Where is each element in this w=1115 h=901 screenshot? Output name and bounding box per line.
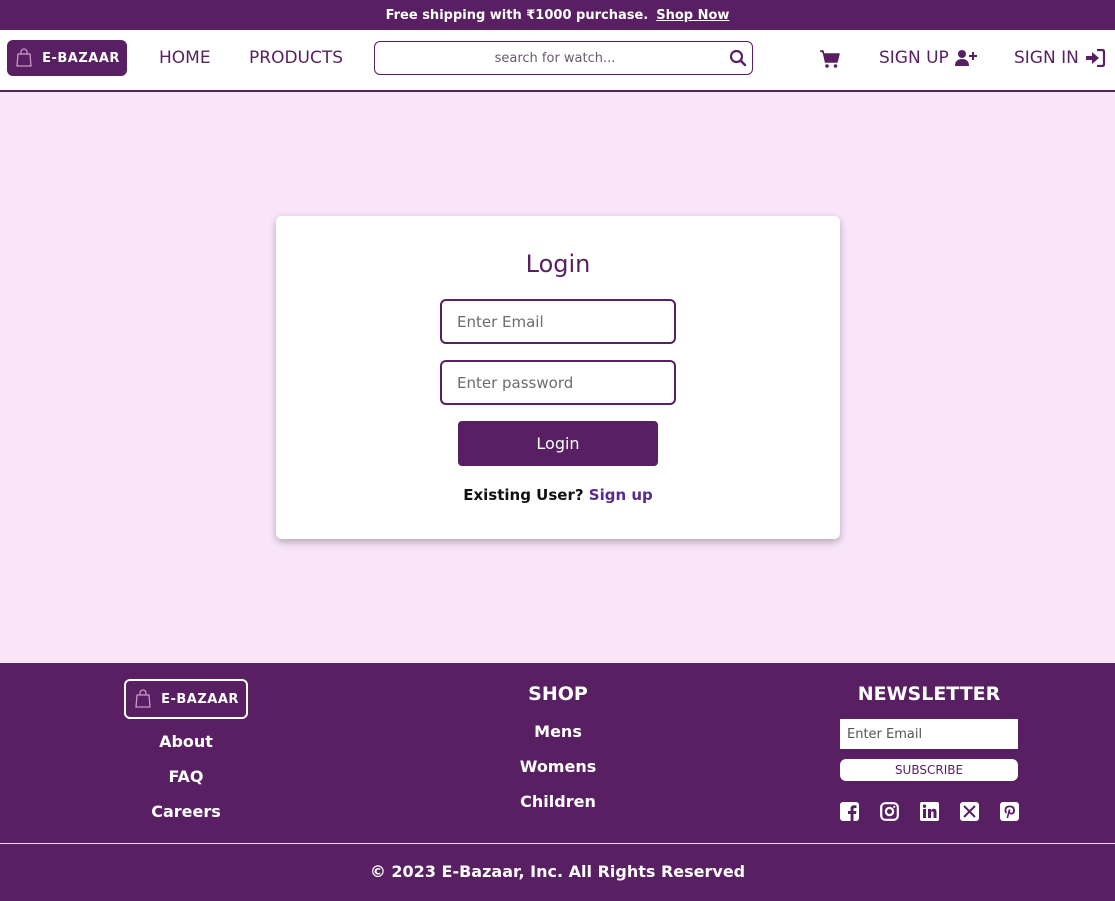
shopping-bag-icon xyxy=(135,689,151,708)
facebook-icon[interactable] xyxy=(840,802,859,821)
footer-link-children[interactable]: Children xyxy=(478,792,638,811)
footer-link-womens[interactable]: Womens xyxy=(478,757,638,776)
user-plus-icon xyxy=(954,50,977,66)
shopping-bag-icon xyxy=(16,48,32,67)
newsletter-email-field[interactable] xyxy=(840,719,1018,749)
copyright-text: © 2023 E-Bazaar, Inc. All Rights Reserve… xyxy=(369,862,746,881)
subscribe-button[interactable]: SUBSCRIBE xyxy=(840,759,1018,781)
footer-link-faq[interactable]: FAQ xyxy=(124,767,248,786)
search-input[interactable] xyxy=(375,43,715,73)
shop-now-link[interactable]: Shop Now xyxy=(656,8,729,23)
password-field[interactable] xyxy=(440,360,676,405)
search-icon[interactable] xyxy=(728,48,748,68)
nav-signup-link[interactable]: SIGN UP xyxy=(879,48,977,68)
linkedin-icon[interactable] xyxy=(920,802,939,821)
cart-icon[interactable] xyxy=(819,49,841,69)
email-field[interactable] xyxy=(440,299,676,344)
login-card: Login Login Existing User? Sign up xyxy=(276,216,840,539)
search-bar xyxy=(374,41,753,75)
newsletter-heading: NEWSLETTER xyxy=(857,683,1001,705)
x-twitter-icon[interactable] xyxy=(960,802,979,821)
signup-label: SIGN UP xyxy=(879,48,949,68)
existing-user-label: Existing User? xyxy=(463,486,584,504)
existing-user-text: Existing User? Sign up xyxy=(276,486,840,504)
promo-text: Free shipping with ₹1000 purchase. xyxy=(385,7,649,23)
nav-products-link[interactable]: PRODUCTS xyxy=(249,48,343,68)
footer: E-BAZAAR About FAQ Careers SHOP Mens Wom… xyxy=(0,663,1115,901)
sign-in-icon xyxy=(1085,49,1105,67)
nav-signin-link[interactable]: SIGN IN xyxy=(1014,48,1105,68)
footer-link-about[interactable]: About xyxy=(124,732,248,751)
promo-bar: Free shipping with ₹1000 purchase. Shop … xyxy=(0,0,1115,30)
pinterest-icon[interactable] xyxy=(1000,802,1019,821)
footer-link-careers[interactable]: Careers xyxy=(124,802,248,821)
footer-brand-logo[interactable]: E-BAZAAR xyxy=(124,679,248,719)
shop-heading: SHOP xyxy=(528,683,588,705)
login-title: Login xyxy=(525,250,591,278)
navbar: E-BAZAAR HOME PRODUCTS SIGN UP SIGN IN xyxy=(0,30,1115,92)
brand-logo[interactable]: E-BAZAAR xyxy=(7,40,127,76)
signin-label: SIGN IN xyxy=(1014,48,1079,68)
footer-logo-text: E-BAZAAR xyxy=(161,691,239,707)
nav-home-link[interactable]: HOME xyxy=(159,48,211,68)
login-button[interactable]: Login xyxy=(458,421,658,466)
signup-link[interactable]: Sign up xyxy=(589,486,653,504)
footer-divider xyxy=(0,843,1115,844)
footer-link-mens[interactable]: Mens xyxy=(478,722,638,741)
logo-text: E-BAZAAR xyxy=(42,50,120,66)
instagram-icon[interactable] xyxy=(880,802,899,821)
